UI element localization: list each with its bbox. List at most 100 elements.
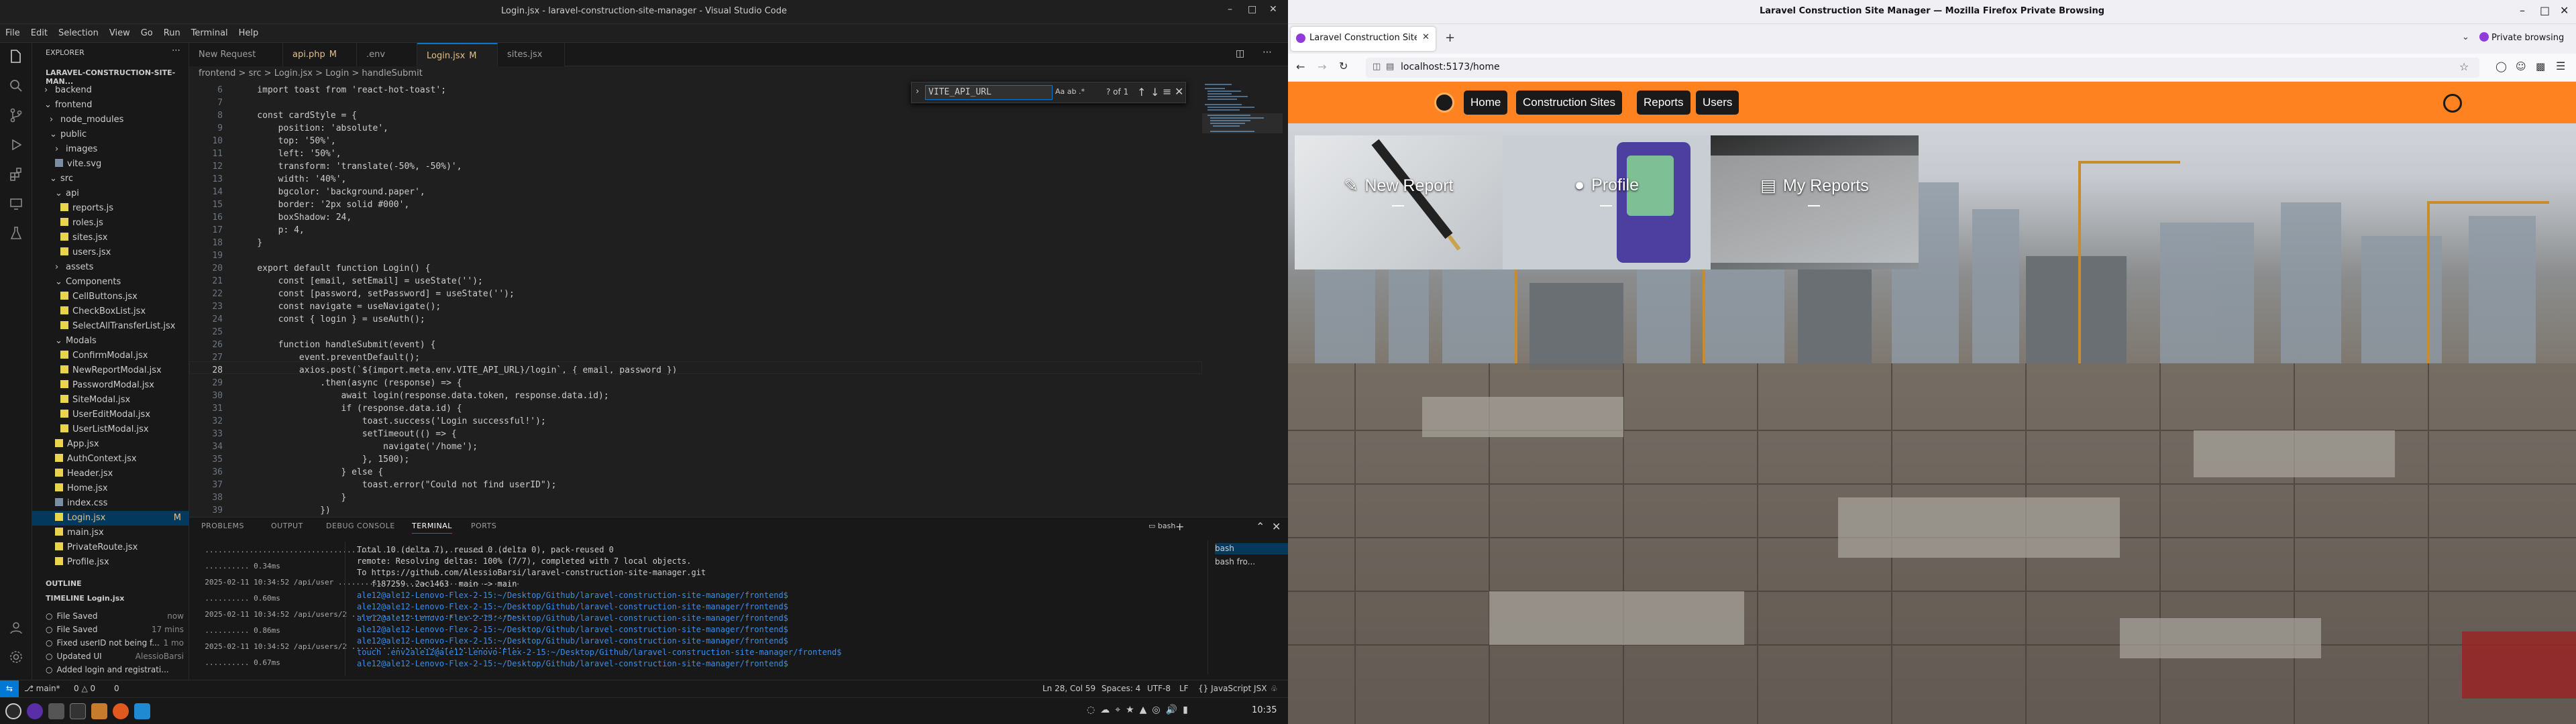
menu-view[interactable]: View xyxy=(104,24,136,42)
tree-item[interactable]: App.jsx xyxy=(32,437,189,452)
account-icon-ff[interactable]: ☺ xyxy=(2516,60,2526,72)
tree-item[interactable]: UserEditModal.jsx xyxy=(32,408,189,422)
timeline-item[interactable]: ○ File Saved now xyxy=(32,609,189,623)
testing-icon[interactable] xyxy=(8,225,24,241)
url-bar[interactable]: ◫ ▤ localhost:5173/home ☆ xyxy=(1366,58,2479,78)
back-icon[interactable]: ← xyxy=(1296,60,1305,73)
find-options[interactable]: Aa ab .* xyxy=(1055,87,1085,96)
tree-item[interactable]: index.css xyxy=(32,496,189,511)
tab-api-php[interactable]: api.php M xyxy=(283,43,357,66)
terminal-right[interactable]: Total 10 (delta 7), reused 0 (delta 0), … xyxy=(357,544,1128,672)
tree-item[interactable]: › backend xyxy=(32,83,189,98)
tree-item[interactable]: SiteModal.jsx xyxy=(32,393,189,408)
tree-item[interactable]: Profile.jsx xyxy=(32,555,189,570)
tree-item[interactable]: ⌄ api xyxy=(32,186,189,201)
user-account-icon[interactable] xyxy=(2443,94,2462,113)
new-tab-icon[interactable]: + xyxy=(1445,31,1455,45)
timeline-item[interactable]: ○ Added login and registrati... xyxy=(32,662,189,677)
minimize-icon[interactable]: – xyxy=(1228,4,1232,15)
new-terminal-icon[interactable]: + xyxy=(1175,520,1184,533)
cursor-position[interactable]: Ln 28, Col 59 xyxy=(1042,684,1095,693)
tab-new-request[interactable]: New Request xyxy=(189,43,283,66)
files-app-icon[interactable] xyxy=(48,703,64,719)
menu-file[interactable]: File xyxy=(0,24,25,42)
panel-tab-ports[interactable]: PORTS xyxy=(471,522,496,530)
tree-item[interactable]: UserListModal.jsx xyxy=(32,422,189,437)
tree-item[interactable]: ⌄ src xyxy=(32,172,189,186)
tree-item[interactable]: ⌄ public xyxy=(32,127,189,142)
tree-item[interactable]: PrivateRoute.jsx xyxy=(32,540,189,555)
indentation[interactable]: Spaces: 4 xyxy=(1102,684,1140,693)
panel-tab-problems[interactable]: PROBLEMS xyxy=(201,522,244,530)
tree-item[interactable]: users.jsx xyxy=(32,245,189,260)
app-logo-icon[interactable] xyxy=(1434,93,1454,113)
forward-icon[interactable]: → xyxy=(1318,60,1326,73)
tree-item[interactable]: CellButtons.jsx xyxy=(32,290,189,304)
find-next-icon[interactable]: ↓ xyxy=(1150,86,1159,99)
panel-tab-debug-console[interactable]: DEBUG CONSOLE xyxy=(326,522,395,530)
panel-maximize-icon[interactable]: ⌃ xyxy=(1256,520,1265,533)
explorer-more-icon[interactable]: ⋯ xyxy=(172,46,180,56)
tab-sites-jsx[interactable]: sites.jsx xyxy=(498,43,565,66)
url-text[interactable]: localhost:5173/home xyxy=(1401,62,1500,72)
tree-item[interactable]: vite.svg xyxy=(32,157,189,172)
tree-item[interactable]: ⌄ Components xyxy=(32,275,189,290)
nav-home[interactable]: Home xyxy=(1464,90,1508,115)
menu-edit[interactable]: Edit xyxy=(25,24,53,42)
branch-status[interactable]: ⎇ main* xyxy=(24,684,60,693)
hero-card-label-1[interactable]: ● Profile xyxy=(1503,135,1711,269)
page-info-icon[interactable]: ▤ xyxy=(1386,62,1394,72)
tree-item[interactable]: PasswordModal.jsx xyxy=(32,378,189,393)
outline-header[interactable]: OUTLINE xyxy=(46,579,82,588)
bookmark-star-icon[interactable]: ☆ xyxy=(2459,60,2469,73)
breadcrumb[interactable]: frontend > src > Login.jsx > Login > han… xyxy=(189,66,1288,81)
find-selection-icon[interactable]: ≡ xyxy=(1163,85,1171,98)
settings-gear-icon[interactable] xyxy=(8,649,24,665)
find-input[interactable]: VITE_API_URL xyxy=(925,85,1053,100)
pocket-icon[interactable]: ◯ xyxy=(2496,60,2507,72)
tree-item[interactable]: ⌄ Modals xyxy=(32,334,189,349)
panel-tab-terminal[interactable]: TERMINAL xyxy=(412,522,452,534)
encoding[interactable]: UTF-8 xyxy=(1147,684,1171,693)
tab-close-icon[interactable]: ✕ xyxy=(1422,32,1430,42)
source-control-icon[interactable] xyxy=(8,107,24,123)
terminal-list-item[interactable]: bash xyxy=(1215,543,1288,554)
maximize-icon[interactable]: □ xyxy=(1248,4,1256,15)
tree-item[interactable]: Login.jsx M xyxy=(32,511,189,526)
tree-item[interactable]: sites.jsx xyxy=(32,231,189,245)
tree-item[interactable]: › assets xyxy=(32,260,189,275)
tree-item[interactable]: AuthContext.jsx xyxy=(32,452,189,467)
remote-explorer-icon[interactable] xyxy=(8,196,24,212)
vscode-app-icon[interactable] xyxy=(134,703,150,719)
problems-status[interactable]: 0 △ 0 xyxy=(74,684,95,693)
reload-icon[interactable]: ↻ xyxy=(1339,60,1348,72)
nav-reports[interactable]: Reports xyxy=(1637,90,1690,115)
run-debug-icon[interactable] xyxy=(8,137,24,153)
ff-close-icon[interactable]: ✕ xyxy=(2560,4,2569,17)
terminal-app-icon[interactable] xyxy=(70,703,86,719)
tree-item[interactable]: ConfirmModal.jsx xyxy=(32,349,189,363)
menu-selection[interactable]: Selection xyxy=(53,24,104,42)
menu-go[interactable]: Go xyxy=(136,24,158,42)
extensions-icon[interactable] xyxy=(8,166,24,182)
app-menu-icon[interactable] xyxy=(5,703,21,719)
tree-item[interactable]: roles.js xyxy=(32,216,189,231)
ff-minimize-icon[interactable]: – xyxy=(2520,4,2525,17)
tree-item[interactable]: ⌄ frontend xyxy=(32,98,189,113)
timeline-header[interactable]: TIMELINE Login.jsx xyxy=(46,594,124,603)
tree-item[interactable]: reports.js xyxy=(32,201,189,216)
hero-card-label-2[interactable]: ▤ My Reports xyxy=(1711,135,1919,269)
tab--env[interactable]: .env xyxy=(357,43,417,66)
explorer-icon[interactable] xyxy=(8,48,24,64)
tree-item[interactable]: › node_modules xyxy=(32,113,189,127)
site-info-icon[interactable]: ◫ xyxy=(1373,62,1381,72)
tray-icons[interactable]: ◌☁⌖★▲◎🔊▮ xyxy=(1087,705,1193,715)
ff-maximize-icon[interactable]: □ xyxy=(2540,4,2550,17)
account-icon[interactable] xyxy=(8,619,24,636)
panel-close-icon[interactable]: ✕ xyxy=(1272,520,1281,533)
search-icon[interactable] xyxy=(8,78,24,94)
menu-help[interactable]: Help xyxy=(233,24,264,42)
browser-app-icon[interactable] xyxy=(27,703,43,719)
timeline-item[interactable]: ○ Fixed userID not being f... 1 mo xyxy=(32,636,189,650)
find-previous-icon[interactable]: ↑ xyxy=(1137,86,1146,99)
